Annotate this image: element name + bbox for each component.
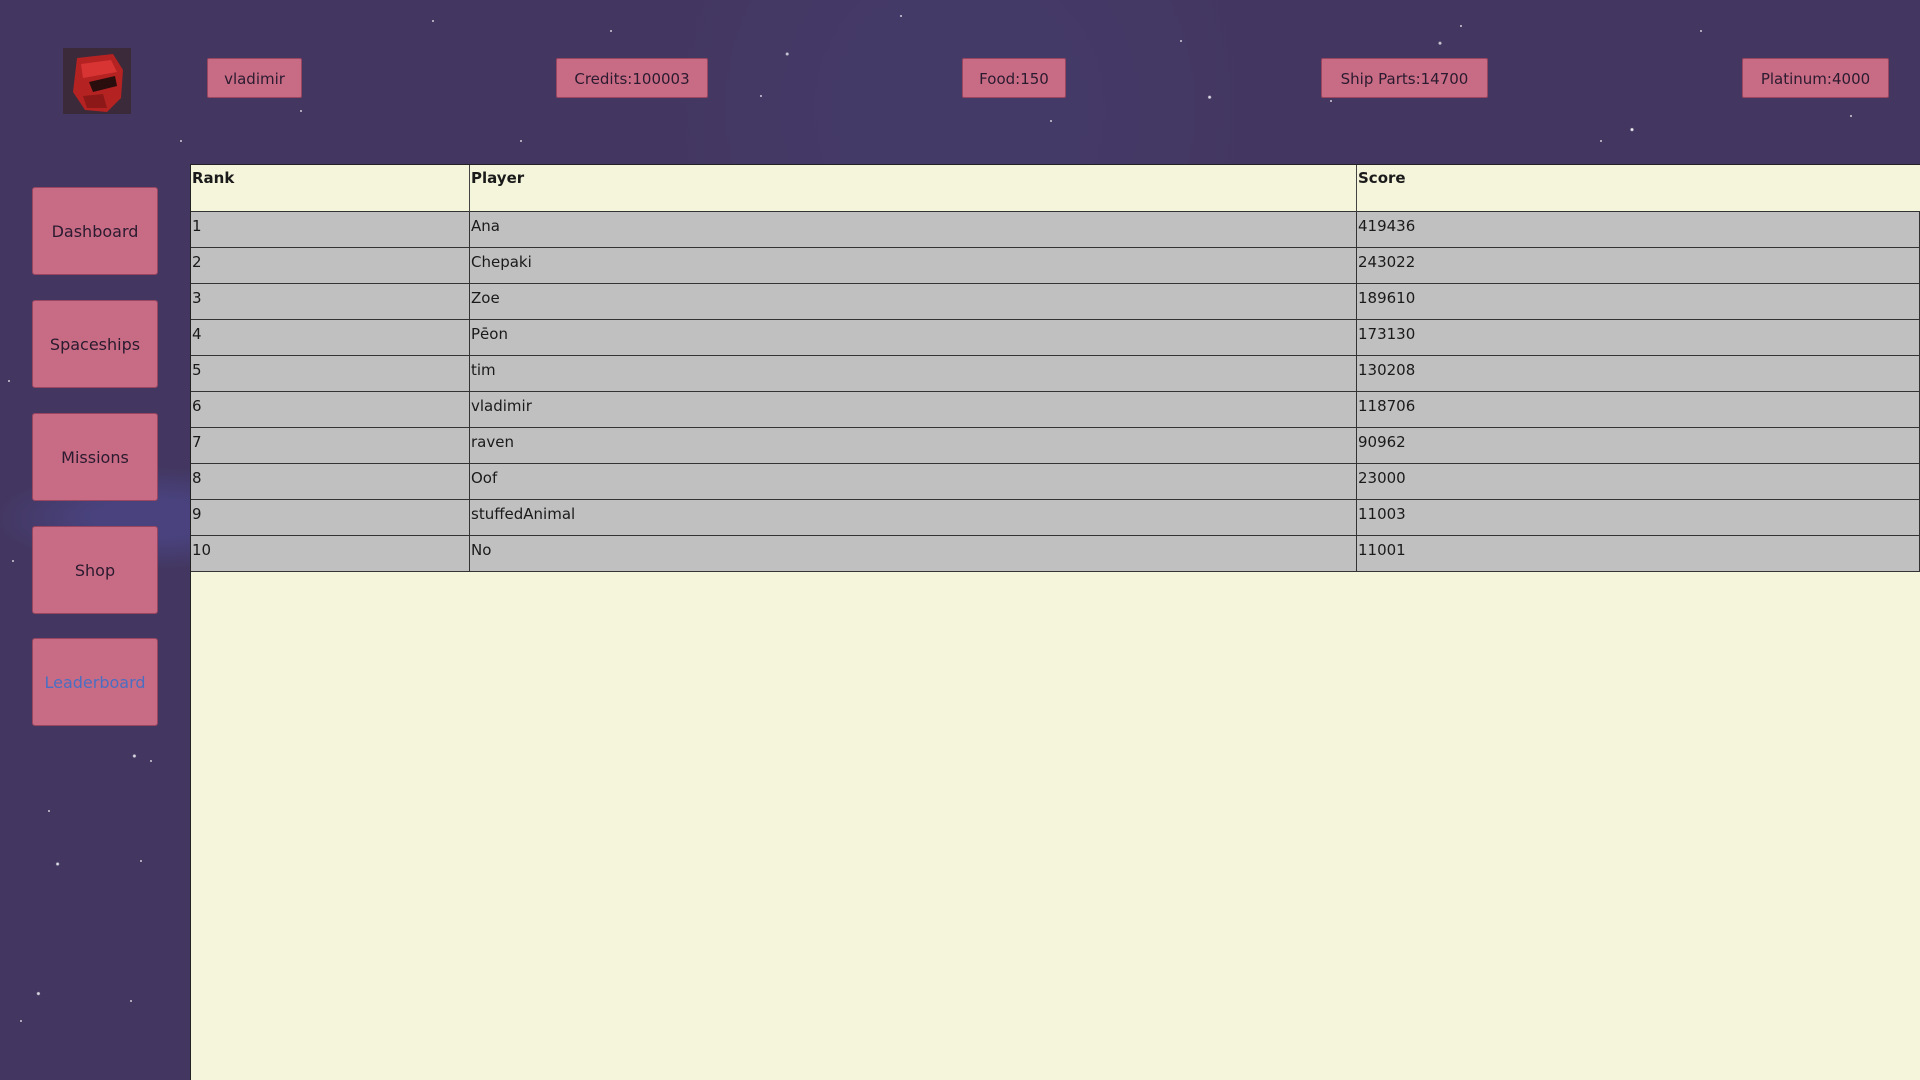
table-row: 6 vladimir 118706 — [191, 391, 1920, 428]
player-cell: Oof — [469, 463, 1357, 500]
score-cell: 11001 — [1356, 535, 1920, 572]
table-row: 1 Ana 419436 — [191, 211, 1920, 248]
rank-cell: 1 — [191, 211, 470, 248]
rank-cell: 2 — [191, 247, 470, 284]
score-cell: 90962 — [1356, 427, 1920, 464]
table-row: 8 Oof 23000 — [191, 463, 1920, 500]
username-badge[interactable]: vladimir — [207, 58, 302, 98]
score-cell: 243022 — [1356, 247, 1920, 284]
rank-cell: 7 — [191, 427, 470, 464]
nav-shop-button[interactable]: Shop — [32, 526, 158, 614]
score-cell: 189610 — [1356, 283, 1920, 320]
rank-cell: 3 — [191, 283, 470, 320]
score-cell: 118706 — [1356, 391, 1920, 428]
table-row: 7 raven 90962 — [191, 427, 1920, 464]
player-column-header: Player — [469, 165, 1357, 212]
leaderboard-panel: Rank Player Score 1 Ana 419436 2 Chepaki 2430… — [190, 164, 1920, 1080]
red-helmet-avatar-icon — [63, 48, 131, 114]
score-cell: 11003 — [1356, 499, 1920, 536]
leaderboard-rows: 1 Ana 419436 2 Chepaki 243022 3 Zoe 189610 4 Pēon 1… — [191, 211, 1920, 572]
rank-cell: 4 — [191, 319, 470, 356]
player-cell: raven — [469, 427, 1357, 464]
nav-leaderboard-button[interactable]: Leaderboard — [32, 638, 158, 726]
nav-dashboard-button[interactable]: Dashboard — [32, 187, 158, 275]
credits-display: Credits:100003 — [556, 58, 708, 98]
player-cell: Ana — [469, 211, 1357, 248]
ship-parts-display: Ship Parts:14700 — [1321, 58, 1488, 98]
rank-cell: 9 — [191, 499, 470, 536]
player-cell: vladimir — [469, 391, 1357, 428]
table-row: 4 Pēon 173130 — [191, 319, 1920, 356]
table-row: 10 No 11001 — [191, 535, 1920, 572]
player-cell: stuffedAnimal — [469, 499, 1357, 536]
table-header-row: Rank Player Score — [191, 165, 1920, 212]
score-cell: 23000 — [1356, 463, 1920, 500]
player-cell: Zoe — [469, 283, 1357, 320]
score-column-header: Score — [1356, 165, 1920, 212]
rank-cell: 6 — [191, 391, 470, 428]
nav-missions-button[interactable]: Missions — [32, 413, 158, 501]
score-cell: 130208 — [1356, 355, 1920, 392]
table-row: 3 Zoe 189610 — [191, 283, 1920, 320]
score-cell: 173130 — [1356, 319, 1920, 356]
rank-cell: 5 — [191, 355, 470, 392]
rank-column-header: Rank — [192, 169, 235, 187]
rank-cell: 10 — [191, 535, 470, 572]
player-cell: No — [469, 535, 1357, 572]
leaderboard-table: Rank Player Score 1 Ana 419436 2 Chepaki 2430… — [191, 165, 1920, 572]
table-row: 2 Chepaki 243022 — [191, 247, 1920, 284]
player-cell: tim — [469, 355, 1357, 392]
player-cell: Chepaki — [469, 247, 1357, 284]
player-avatar — [63, 48, 131, 114]
nav-spaceships-button[interactable]: Spaceships — [32, 300, 158, 388]
food-display: Food:150 — [962, 58, 1066, 98]
player-cell: Pēon — [469, 319, 1357, 356]
table-row: 5 tim 130208 — [191, 355, 1920, 392]
table-row: 9 stuffedAnimal 11003 — [191, 499, 1920, 536]
platinum-display: Platinum:4000 — [1742, 58, 1889, 98]
rank-cell: 8 — [191, 463, 470, 500]
score-cell: 419436 — [1356, 211, 1920, 248]
